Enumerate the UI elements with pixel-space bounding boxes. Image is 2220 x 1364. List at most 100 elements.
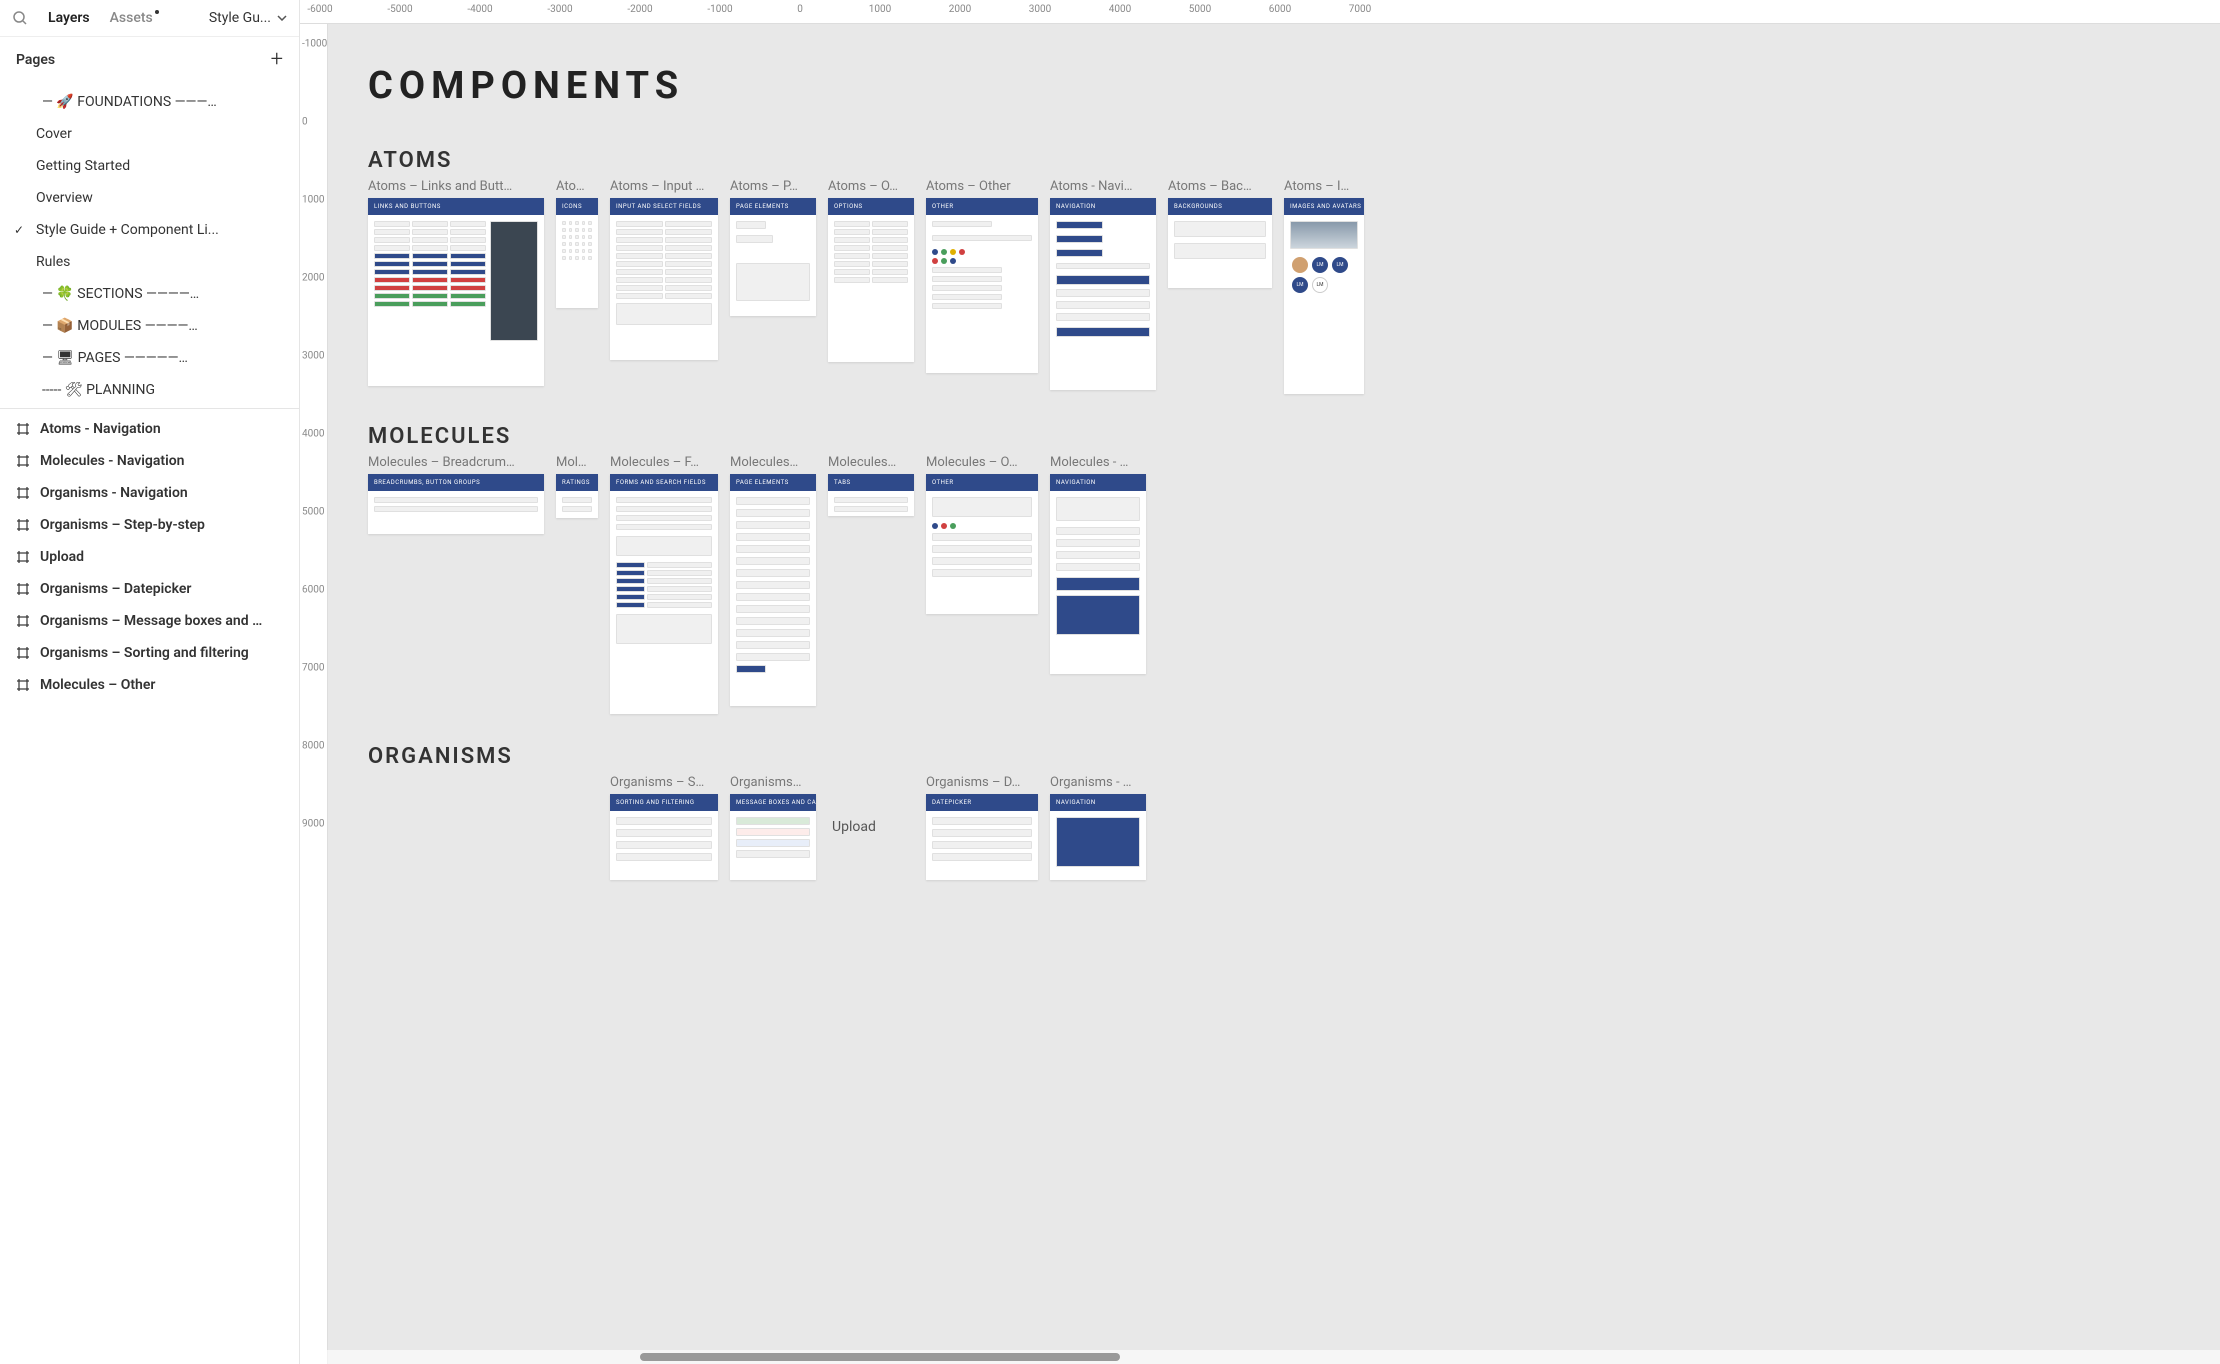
frame-label: Organisms – D… bbox=[926, 775, 1038, 790]
ruler-tick: 3000 bbox=[1029, 4, 1051, 15]
layer-item[interactable]: Molecules - Navigation bbox=[0, 445, 299, 477]
tab-layers[interactable]: Layers bbox=[48, 10, 90, 26]
layer-item[interactable]: Atoms - Navigation bbox=[0, 413, 299, 445]
ruler-vertical: -100001000200030004000500060007000800090… bbox=[300, 24, 328, 1364]
page-item[interactable]: — 🚀 FOUNDATIONS ———… bbox=[0, 86, 299, 118]
frame-card-header: INPUT AND SELECT FIELDS bbox=[610, 198, 718, 215]
page-item-label: Style Guide + Component Li... bbox=[36, 222, 219, 238]
horizontal-scrollbar[interactable] bbox=[300, 1350, 2220, 1364]
layer-item[interactable]: Upload bbox=[0, 541, 299, 573]
sidebar-top-bar: Layers Assets Style Gu... bbox=[0, 0, 299, 37]
page-item[interactable]: ----- 🛠 PLANNING bbox=[0, 374, 299, 406]
frame-icon bbox=[16, 582, 30, 596]
frame[interactable]: Molecules…PAGE ELEMENTS bbox=[730, 455, 816, 706]
page-item[interactable]: — 🍀 SECTIONS ————… bbox=[0, 278, 299, 310]
section-title: MOLECULES bbox=[368, 424, 2180, 449]
frame-label: Atoms - Navi… bbox=[1050, 179, 1156, 194]
ruler-tick: 9000 bbox=[302, 819, 324, 830]
layer-item-label: Upload bbox=[40, 549, 84, 565]
ruler-tick: 4000 bbox=[1109, 4, 1131, 15]
layer-item[interactable]: Organisms – Message boxes and … bbox=[0, 605, 299, 637]
add-page-button[interactable]: + bbox=[271, 47, 283, 72]
panel-tabs: Layers Assets bbox=[48, 10, 153, 26]
frame-label: Organisms – S… bbox=[610, 775, 718, 790]
page-item[interactable]: ✓Style Guide + Component Li... bbox=[0, 214, 299, 246]
frame-card: ICONS bbox=[556, 198, 598, 308]
search-icon[interactable] bbox=[12, 10, 28, 26]
page-item[interactable]: — 🖥 PAGES —————… bbox=[0, 342, 299, 374]
page-item-label: — 🚀 FOUNDATIONS ———… bbox=[42, 94, 217, 110]
frame-label: Atoms – Input … bbox=[610, 179, 718, 194]
frame[interactable]: Molecules - …NAVIGATION bbox=[1050, 455, 1146, 674]
frame[interactable]: Atoms - Navi…NAVIGATION bbox=[1050, 179, 1156, 390]
frame-card-header: SORTING AND FILTERING bbox=[610, 794, 718, 811]
frame-card-header: BREADCRUMBS, BUTTON GROUPS bbox=[368, 474, 544, 491]
ruler-tick: 4000 bbox=[302, 429, 324, 440]
ruler-tick: 0 bbox=[302, 117, 308, 128]
ruler-tick: 2000 bbox=[949, 4, 971, 15]
layer-item-label: Molecules – Other bbox=[40, 677, 155, 693]
frame[interactable]: Atoms – Input … INPUT AND SELECT FIELDS bbox=[610, 179, 718, 360]
layer-item[interactable]: Organisms – Sorting and filtering bbox=[0, 637, 299, 669]
page-item[interactable]: — 📦 MODULES ————… bbox=[0, 310, 299, 342]
page-item[interactable]: Overview bbox=[0, 182, 299, 214]
frame-card: BREADCRUMBS, BUTTON GROUPS bbox=[368, 474, 544, 534]
frame[interactable]: Atoms – O…OPTIONS bbox=[828, 179, 914, 362]
frame-card-header: MESSAGE BOXES AND CARDS bbox=[730, 794, 816, 811]
canvas[interactable]: COMPONENTS ATOMSAtoms – Links and Butt…L… bbox=[328, 24, 2220, 1364]
frame-label: Organisms… bbox=[730, 775, 816, 790]
file-dropdown[interactable]: Style Gu... bbox=[209, 10, 287, 26]
tab-assets[interactable]: Assets bbox=[110, 10, 153, 26]
frame[interactable]: Organisms… MESSAGE BOXES AND CARDS bbox=[730, 775, 816, 880]
layer-item-label: Molecules - Navigation bbox=[40, 453, 184, 469]
frame-label: Atoms – Bac… bbox=[1168, 179, 1272, 194]
ruler-tick: 6000 bbox=[302, 585, 324, 596]
page-item[interactable]: Getting Started bbox=[0, 150, 299, 182]
frame[interactable]: Organisms - …NAVIGATION bbox=[1050, 775, 1146, 880]
frame[interactable]: Atoms – Links and Butt…LINKS AND BUTTONS bbox=[368, 179, 544, 386]
layer-item[interactable]: Molecules – Other bbox=[0, 669, 299, 701]
frame[interactable]: Atoms – OtherOTHER bbox=[926, 179, 1038, 373]
frame[interactable]: Organisms – S… SORTING AND FILTERING bbox=[610, 775, 718, 880]
page-item-label: — 🖥 PAGES —————… bbox=[42, 350, 188, 366]
ruler-tick: 5000 bbox=[1189, 4, 1211, 15]
page-item[interactable]: Cover bbox=[0, 118, 299, 150]
frame[interactable]: Atoms – I…IMAGES AND AVATARS LMLMLMLM bbox=[1284, 179, 1364, 394]
frame[interactable]: Molecules – Breadcrum… BREADCRUMBS, BUTTO… bbox=[368, 455, 544, 534]
frame[interactable]: Molecules – F…FORMS AND SEARCH FIELDS bbox=[610, 455, 718, 714]
frame-card-header: LINKS AND BUTTONS bbox=[368, 198, 544, 215]
ruler-tick: -3000 bbox=[547, 4, 572, 15]
frame-card-header: OTHER bbox=[926, 474, 1038, 491]
frame-card-header: OTHER bbox=[926, 198, 1038, 215]
page-item[interactable]: Rules bbox=[0, 246, 299, 278]
frame-card-header: OPTIONS bbox=[828, 198, 914, 215]
frame[interactable]: Upload bbox=[828, 775, 914, 875]
page-item-label: Overview bbox=[36, 190, 93, 206]
frame-card-header: BACKGROUNDS bbox=[1168, 198, 1272, 215]
ruler-tick: -6000 bbox=[307, 4, 332, 15]
layer-item[interactable]: Organisms - Navigation bbox=[0, 477, 299, 509]
frame-label: Molecules – Breadcrum… bbox=[368, 455, 544, 470]
ruler-tick: 7000 bbox=[302, 663, 324, 674]
page-item-label: — 🍀 SECTIONS ————… bbox=[42, 286, 199, 302]
frame-icon bbox=[16, 454, 30, 468]
frame[interactable]: Atoms – Bac… BACKGROUNDS bbox=[1168, 179, 1272, 288]
layer-item-label: Organisms – Sorting and filtering bbox=[40, 645, 249, 661]
frame[interactable]: Molecules – O…OTHER bbox=[926, 455, 1038, 614]
ruler-tick: 2000 bbox=[302, 273, 324, 284]
layer-item[interactable]: Organisms – Datepicker bbox=[0, 573, 299, 605]
frame[interactable]: Mol…RATINGS bbox=[556, 455, 598, 518]
frame[interactable]: Atoms – P…PAGE ELEMENTS bbox=[730, 179, 816, 316]
frame[interactable]: Organisms – D…DATEPICKER bbox=[926, 775, 1038, 880]
frame[interactable]: Molecules…TABS bbox=[828, 455, 914, 516]
scrollbar-thumb[interactable] bbox=[640, 1353, 1120, 1361]
frame-label: Atoms – I… bbox=[1284, 179, 1364, 194]
frame-card: LINKS AND BUTTONS bbox=[368, 198, 544, 386]
layer-item[interactable]: Organisms – Step-by-step bbox=[0, 509, 299, 541]
frame[interactable]: Ato…ICONS bbox=[556, 179, 598, 308]
frame-card: TABS bbox=[828, 474, 914, 516]
ruler-tick: -5000 bbox=[387, 4, 412, 15]
ruler-tick: 8000 bbox=[302, 741, 324, 752]
frame-label: Molecules… bbox=[730, 455, 816, 470]
frame-icon bbox=[16, 422, 30, 436]
